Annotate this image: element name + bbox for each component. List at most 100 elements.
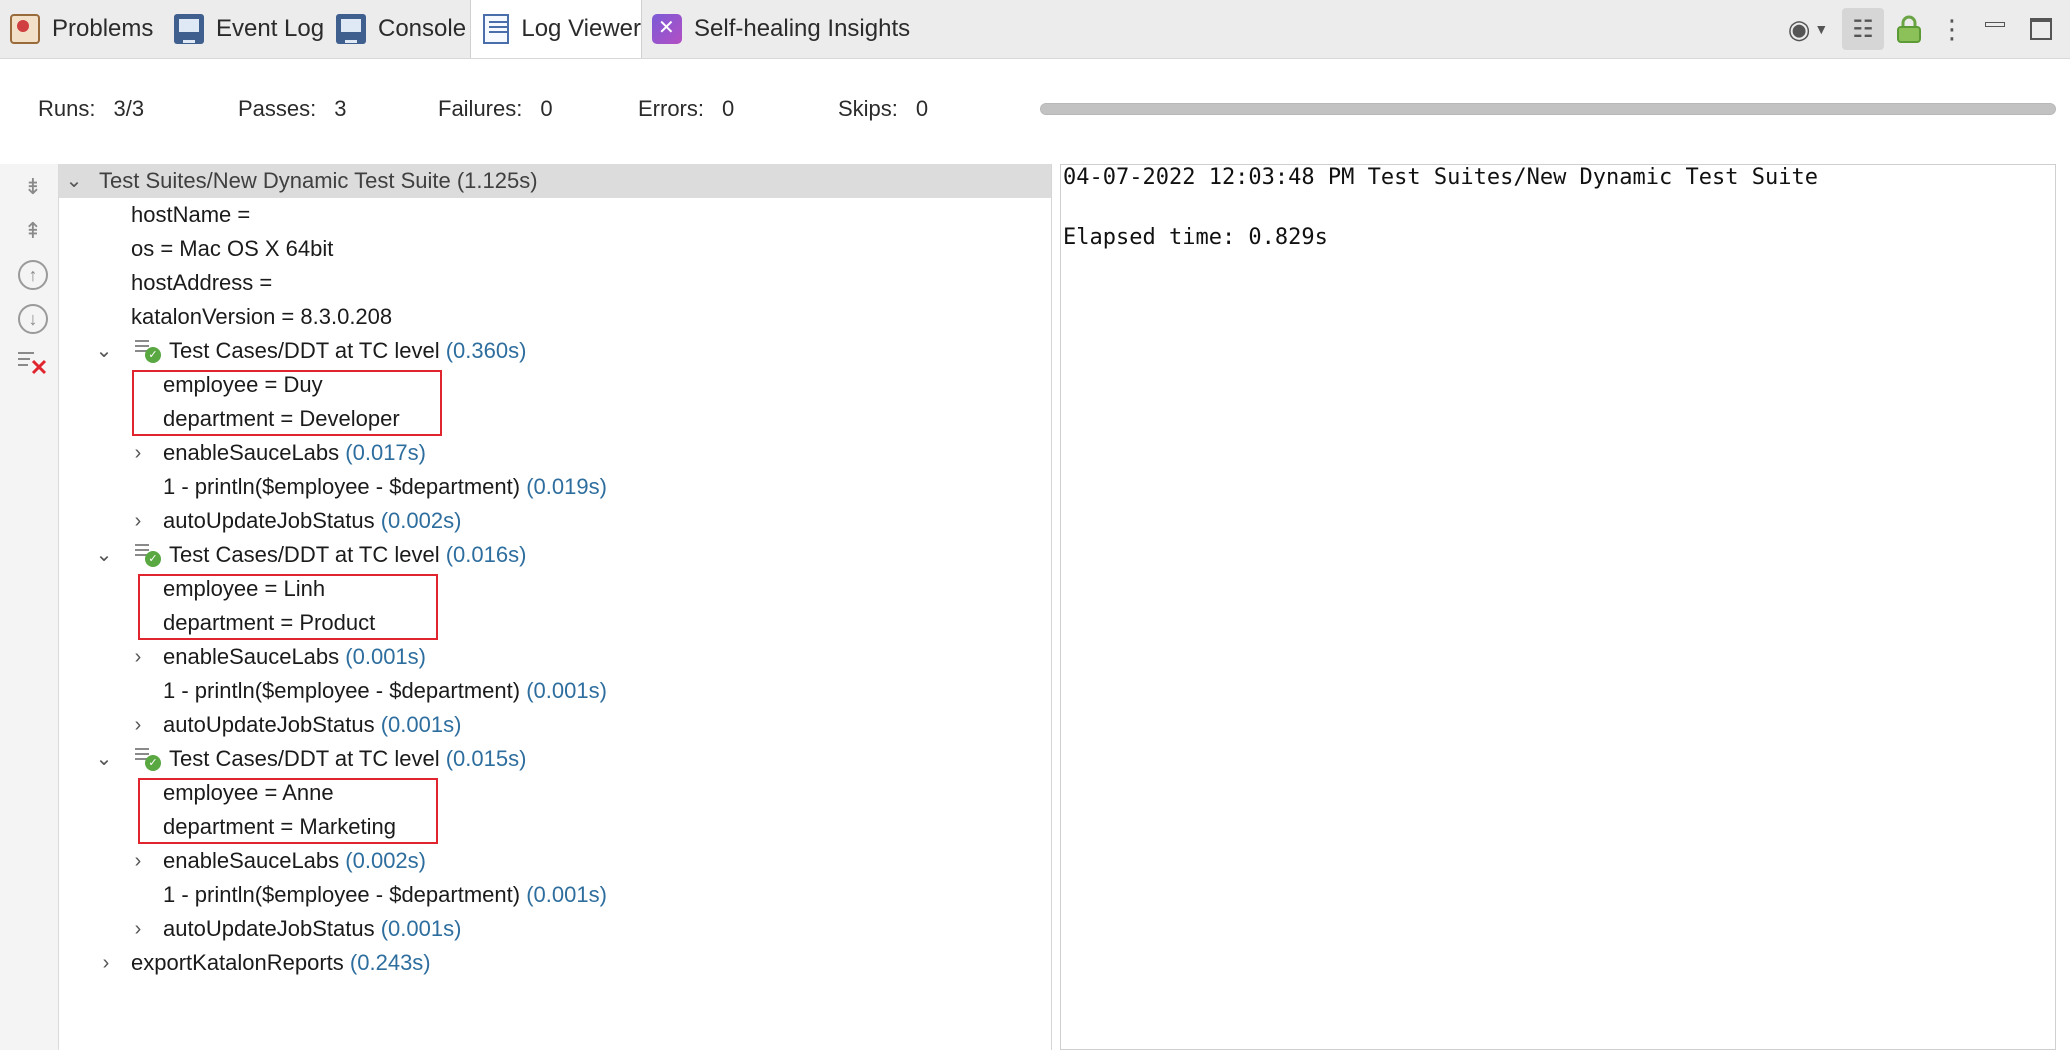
chevron-right-icon[interactable]: › (129, 844, 147, 878)
view-tab-bar: Problems Event Log Console Log Viewer Se… (0, 0, 2070, 59)
errors-label: Errors: (638, 96, 704, 121)
failures-stat: Failures: 0 (438, 96, 553, 122)
skips-stat: Skips: 0 (838, 96, 928, 122)
errors-stat: Errors: 0 (638, 96, 734, 122)
step-label: 1 - println($employee - $department) (163, 882, 521, 907)
arrow-down-icon: ↓ (28, 308, 38, 329)
collapse-all-button[interactable]: ⇟ (18, 172, 48, 202)
suite-label: Test Suites/New Dynamic Test Suite (1.12… (99, 168, 538, 193)
monitor-icon (174, 14, 204, 44)
tab-event-log[interactable]: Event Log (174, 0, 324, 58)
errors-value: 0 (722, 96, 735, 121)
chevron-down-icon[interactable]: ⌄ (95, 334, 113, 368)
tree-node-test-case[interactable]: ⌄ ✓ Test Cases/DDT at TC level (0.015s) (59, 742, 759, 776)
chevron-right-icon[interactable]: › (129, 504, 147, 538)
passes-label: Passes: (238, 96, 317, 121)
test-case-label: Test Cases/DDT at TC level (0.015s) (169, 746, 527, 771)
step-label: enableSauceLabs (0.001s) (163, 644, 426, 669)
expand-all-button[interactable]: ⇞ (18, 216, 48, 246)
self-healing-icon (652, 14, 682, 44)
tree-node-step[interactable]: 1 - println($employee - $department) (0.… (163, 674, 607, 708)
arrow-up-icon: ↑ (28, 264, 38, 285)
minimize-button[interactable] (1978, 8, 2012, 50)
test-case-passed-icon: ✓ (135, 746, 161, 772)
highlight-box (132, 370, 442, 436)
step-label: autoUpdateJobStatus (0.001s) (163, 916, 462, 941)
tree-node-step[interactable]: 1 - println($employee - $department) (0.… (163, 878, 607, 912)
chevron-right-icon[interactable]: › (129, 708, 147, 742)
show-filter-menu-button[interactable]: ◉ ▼ (1778, 8, 1838, 50)
runs-value: 3/3 (113, 96, 145, 121)
run-progress-bar (1040, 103, 2056, 115)
tab-label: Log Viewer (521, 15, 641, 42)
step-duration: (0.001s) (526, 678, 607, 703)
test-case-passed-icon: ✓ (135, 542, 161, 568)
tree-node-step[interactable]: › autoUpdateJobStatus (0.002s) (59, 504, 759, 538)
skips-value: 0 (915, 96, 929, 121)
step-duration: (0.001s) (526, 882, 607, 907)
chevron-down-icon[interactable]: ⌄ (65, 164, 83, 198)
suite-property[interactable]: hostAddress = (131, 266, 272, 300)
step-label: enableSauceLabs (0.017s) (163, 440, 426, 465)
runs-label: Runs: (38, 96, 96, 121)
chevron-right-icon[interactable]: › (129, 912, 147, 946)
suite-property[interactable]: hostName = (131, 198, 250, 232)
log-detail-panel[interactable]: 04-07-2022 12:03:48 PM Test Suites/New D… (1060, 164, 2056, 1050)
tree-node-step[interactable]: › autoUpdateJobStatus (0.001s) (59, 912, 759, 946)
step-label: autoUpdateJobStatus (0.002s) (163, 508, 462, 533)
highlight-box (138, 778, 438, 844)
maximize-button[interactable] (2022, 8, 2060, 50)
highlight-box (138, 574, 438, 640)
failures-label: Failures: (438, 96, 523, 121)
tree-node-step[interactable]: › exportKatalonReports (0.243s) (59, 946, 759, 980)
toggle-tree-layout-button[interactable]: ☷ (1842, 8, 1884, 50)
passes-value: 3 (334, 96, 347, 121)
tab-label: Event Log (216, 15, 325, 42)
test-case-passed-icon: ✓ (135, 338, 161, 364)
tab-label: Problems (52, 15, 154, 42)
eye-icon: ◉ (1787, 13, 1811, 44)
tab-console[interactable]: Console (336, 0, 466, 58)
tab-label: Self-healing Insights (694, 15, 911, 42)
step-label: autoUpdateJobStatus (0.001s) (163, 712, 462, 737)
tree-node-step[interactable]: › enableSauceLabs (0.017s) (59, 436, 759, 470)
test-case-label: Test Cases/DDT at TC level (0.360s) (169, 338, 527, 363)
tree-node-step[interactable]: 1 - println($employee - $department) (0.… (163, 470, 607, 504)
chevron-right-icon[interactable]: › (129, 640, 147, 674)
next-failure-button[interactable]: ↓ (18, 304, 48, 334)
suite-property[interactable]: katalonVersion = 8.3.0.208 (131, 300, 392, 334)
tab-label: Console (378, 15, 467, 42)
log-detail-header: 04-07-2022 12:03:48 PM Test Suites/New D… (1063, 165, 1818, 190)
log-tree: ⌄ Test Suites/New Dynamic Test Suite (1.… (59, 164, 1052, 1050)
tree-node-test-case[interactable]: ⌄ ✓ Test Cases/DDT at TC level (0.360s) (59, 334, 759, 368)
show-failures-only-button[interactable] (18, 348, 48, 378)
step-label: enableSauceLabs (0.002s) (163, 848, 426, 873)
run-progress-fill (1041, 104, 2055, 114)
view-menu-button[interactable]: ⋮ (1936, 8, 1968, 50)
chevron-right-icon[interactable]: › (129, 436, 147, 470)
log-detail-elapsed: Elapsed time: 0.829s (1063, 225, 1328, 250)
chevron-down-icon[interactable]: ⌄ (95, 538, 113, 572)
failures-filter-icon (18, 352, 47, 375)
maximize-icon (2030, 18, 2052, 40)
chevron-right-icon[interactable]: › (97, 946, 115, 980)
chevron-down-icon[interactable]: ⌄ (95, 742, 113, 776)
scroll-lock-button[interactable] (1888, 8, 1930, 50)
tree-node-step[interactable]: › enableSauceLabs (0.002s) (59, 844, 759, 878)
tab-self-healing-insights[interactable]: Self-healing Insights (652, 0, 910, 58)
tree-node-step[interactable]: › autoUpdateJobStatus (0.001s) (59, 708, 759, 742)
step-label: 1 - println($employee - $department) (163, 474, 521, 499)
suite-property[interactable]: os = Mac OS X 64bit (131, 232, 333, 266)
tab-log-viewer[interactable]: Log Viewer (470, 0, 642, 58)
passes-stat: Passes: 3 (238, 96, 347, 122)
more-vertical-icon: ⋮ (1939, 13, 1965, 44)
problems-icon (10, 14, 40, 44)
previous-failure-button[interactable]: ↑ (18, 260, 48, 290)
tab-problems[interactable]: Problems (10, 0, 153, 58)
tree-toolbar: ⇟ ⇞ ↑ ↓ (0, 164, 59, 1050)
tree-layout-icon: ☷ (1852, 15, 1874, 43)
tree-node-suite[interactable]: ⌄ Test Suites/New Dynamic Test Suite (1.… (59, 164, 1051, 198)
collapse-all-icon: ⇟ (23, 174, 43, 199)
tree-node-step[interactable]: › enableSauceLabs (0.001s) (59, 640, 759, 674)
tree-node-test-case[interactable]: ⌄ ✓ Test Cases/DDT at TC level (0.016s) (59, 538, 759, 572)
